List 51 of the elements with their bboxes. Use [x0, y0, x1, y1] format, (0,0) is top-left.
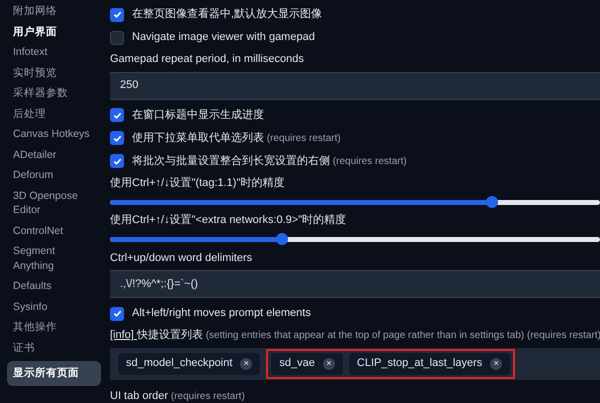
sidebar-item[interactable]: Defaults — [7, 276, 101, 296]
sidebar-item[interactable]: Deforum — [7, 165, 101, 186]
setting-label: Gamepad repeat period, in milliseconds — [110, 52, 305, 67]
sidebar-item[interactable]: 显示所有页面 — [7, 361, 101, 386]
setting-label: [info] 快捷设置列表 (setting entries that appear at the top of page rather than in settings tab) (requires restart) — [110, 328, 600, 343]
sidebar-item[interactable]: Sysinfo — [7, 296, 101, 317]
setting-label: 使用Ctrl+↑/↓设置"(tag:1.1)"时的精度 — [110, 176, 286, 190]
text-field[interactable]: .,\/!?%^*;:{}=`~() — [110, 270, 600, 298]
checkmark-icon — [112, 156, 122, 166]
checkbox[interactable] — [110, 131, 124, 145]
remove-tag-button[interactable]: × — [322, 358, 335, 370]
text-field[interactable]: 250 — [110, 72, 600, 100]
setting-label: Ctrl+up/down word delimiters — [110, 250, 254, 266]
sidebar-item[interactable]: 实时预览 — [7, 62, 101, 83]
checkbox[interactable] — [110, 108, 124, 122]
sidebar-item[interactable]: Infotext — [7, 42, 101, 62]
checkmark-icon — [112, 134, 122, 142]
sidebar-item[interactable]: 后处理 — [7, 104, 101, 124]
checkbox-label: Navigate image viewer with gamepad — [132, 30, 315, 46]
sidebar-item[interactable]: 采样器参数 — [7, 83, 101, 104]
setting-label: 使用Ctrl+↑/↓设置"<extra networks:0.9>"时的精度 — [110, 212, 348, 228]
checkbox[interactable] — [110, 306, 124, 320]
checkbox-label: 使用下拉菜单取代单选列表 (requires restart) — [132, 130, 341, 146]
remove-tag-button[interactable]: × — [240, 358, 252, 370]
tag-chip[interactable]: sd_model_checkpoint × — [118, 352, 260, 374]
sidebar-item[interactable]: 其他操作 — [7, 317, 101, 338]
checkbox[interactable] — [110, 154, 124, 168]
tags-field[interactable]: sd_model_checkpoint × sd_vae × CLIP_stop_at_last_layers × — [110, 348, 600, 380]
slider-thumb[interactable] — [486, 196, 498, 208]
sidebar-item[interactable]: 附加网络 — [7, 1, 101, 22]
checkbox-label: 在窗口标题中显示生成进度 — [132, 108, 264, 123]
checkmark-icon — [112, 110, 122, 120]
checkmark-icon — [112, 309, 122, 318]
sidebar-item[interactable]: Segment Anything — [7, 241, 101, 276]
checkbox[interactable] — [110, 8, 124, 22]
sidebar-item[interactable]: 3D Openpose Editor — [7, 186, 101, 220]
checkbox-label: 将批次与批量设置整合到长宽设置的右侧 (requires restart) — [132, 154, 407, 169]
sidebar-item[interactable]: Canvas Hotkeys — [7, 124, 101, 144]
sidebar-item[interactable]: 用户界面 — [7, 22, 101, 42]
sidebar-item[interactable]: 证书 — [7, 338, 101, 358]
slider-thumb[interactable] — [276, 233, 288, 245]
tag-chip[interactable]: sd_vae × — [271, 352, 343, 374]
checkbox-label: 在整页图像查看器中,默认放大显示图像 — [132, 7, 322, 22]
sidebar-item[interactable]: ADetailer — [7, 144, 101, 165]
checkbox-label: Alt+left/right moves prompt elements — [132, 306, 311, 322]
remove-tag-button[interactable]: × — [490, 358, 502, 370]
checkmark-icon — [112, 10, 122, 19]
checkbox[interactable] — [110, 30, 124, 44]
tag-chip[interactable]: CLIP_stop_at_last_layers × — [348, 352, 510, 374]
setting-label: UI tab order (requires restart) — [110, 388, 246, 403]
sidebar-item[interactable]: ControlNet — [7, 220, 101, 241]
